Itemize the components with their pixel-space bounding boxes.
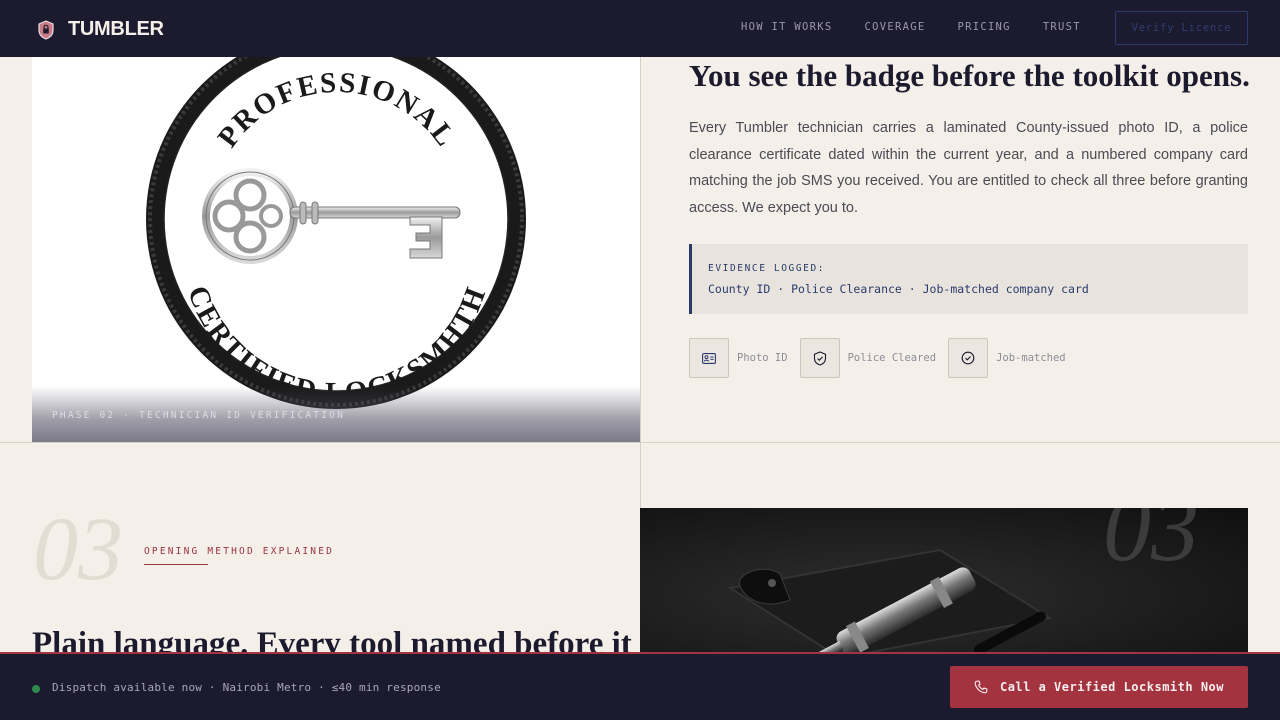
- check-circle-icon: [948, 338, 989, 378]
- chip-job-matched: Job-matched: [948, 338, 1066, 378]
- status-dot: [32, 685, 40, 693]
- verification-headline: You see the badge before the toolkit ope…: [689, 58, 1250, 93]
- eyebrow-underline: [144, 564, 208, 565]
- toolkit-image: 03: [640, 508, 1248, 653]
- locksmith-badge-graphic: PROFESSIONAL CERTIFIED LOCKSMHTH: [146, 57, 526, 409]
- dispatch-status: Dispatch available now · Nairobi Metro ·…: [52, 681, 441, 694]
- section-number: 03: [33, 500, 123, 599]
- evidence-label: EVIDENCE LOGGED:: [708, 263, 826, 274]
- dispatch-bar: Dispatch available now · Nairobi Metro ·…: [0, 652, 1280, 720]
- top-nav: TUMBLER HOW IT WORKS COVERAGE PRICING TR…: [0, 0, 1280, 57]
- badge-image: PROFESSIONAL CERTIFIED LOCKSMHTH PHASE 0…: [32, 57, 640, 442]
- phone-icon: [974, 680, 988, 694]
- chip-label-photo-id: Photo ID: [737, 352, 788, 364]
- chip-photo-id: Photo ID: [689, 338, 788, 378]
- verification-body: Every Tumbler technician carries a lamin…: [689, 120, 1248, 216]
- shield-check-icon: [799, 338, 840, 378]
- nav-link-trust[interactable]: TRUST: [1043, 21, 1081, 33]
- nav-link-coverage[interactable]: COVERAGE: [864, 21, 925, 33]
- nav-link-pricing[interactable]: PRICING: [957, 21, 1010, 33]
- section-divider: [0, 442, 1280, 443]
- chip-label-job-matched: Job-matched: [996, 352, 1066, 364]
- chip-police-cleared: Police Cleared: [799, 338, 937, 378]
- image-number: 03: [1103, 508, 1199, 581]
- nav-links: HOW IT WORKS COVERAGE PRICING TRUST: [741, 21, 1113, 33]
- call-locksmith-button[interactable]: Call a Verified Locksmith Now: [950, 666, 1248, 708]
- verification-chips: Photo ID Police Cleared Job-matched: [689, 338, 1078, 378]
- verify-licence-button[interactable]: Verify Licence: [1115, 11, 1248, 45]
- evidence-value: County ID · Police Clearance · Job-match…: [708, 282, 1089, 296]
- brand-name: TUMBLER: [68, 18, 164, 40]
- chip-label-police-cleared: Police Cleared: [847, 352, 937, 364]
- evidence-logged-box: EVIDENCE LOGGED: County ID · Police Clea…: [689, 244, 1248, 314]
- call-button-label: Call a Verified Locksmith Now: [999, 680, 1224, 694]
- section-eyebrow: OPENING METHOD EXPLAINED: [144, 546, 335, 557]
- brand[interactable]: TUMBLER: [37, 18, 164, 41]
- nav-link-how-it-works[interactable]: HOW IT WORKS: [741, 21, 832, 33]
- id-card-icon: [689, 338, 729, 378]
- badge-caption: PHASE 02 · TECHNICIAN ID VERIFICATION: [52, 410, 346, 421]
- shield-lock-icon: [38, 19, 54, 40]
